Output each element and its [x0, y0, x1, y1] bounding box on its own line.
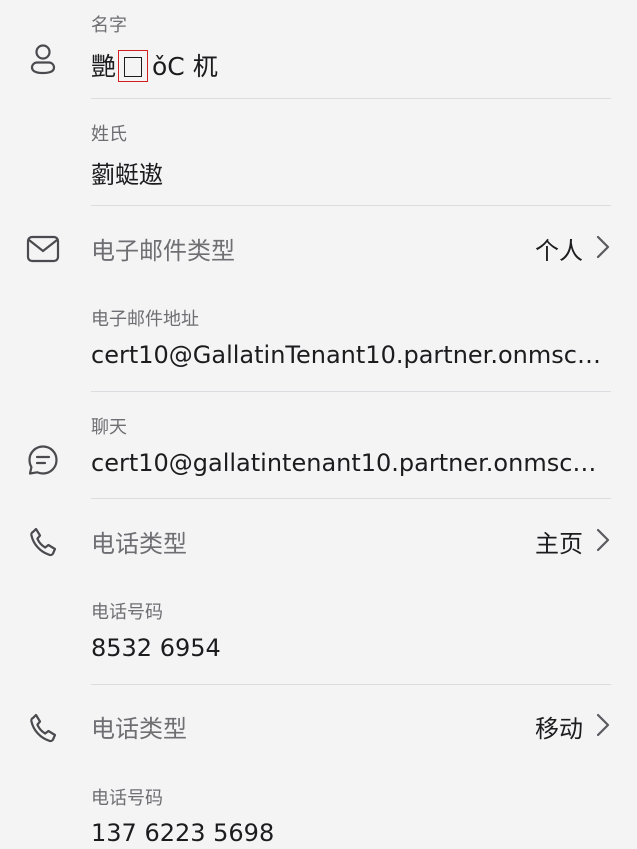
phone-number-label-1: 电话号码	[91, 602, 163, 623]
chat-bubble-icon	[24, 441, 62, 479]
first-name-text-a: 艷	[91, 52, 117, 81]
phone-number-row-2[interactable]: 电话号码 137 6223 5698	[0, 765, 637, 849]
first-name-label: 名字	[91, 15, 127, 36]
surname-value[interactable]: 藰蜓遨	[91, 155, 163, 190]
phone-number-value-1[interactable]: 8532 6954	[91, 634, 221, 662]
first-name-row[interactable]: 名字 艷 ǒC 杌	[0, 0, 637, 99]
phone-type-row-1[interactable]: 电话类型 主页	[0, 499, 637, 579]
phone-number-row-1[interactable]: 电话号码 8532 6954	[0, 579, 637, 685]
phone-type-selected-2[interactable]: 移动	[535, 709, 583, 744]
chevron-right-icon[interactable]	[595, 712, 611, 738]
person-icon	[24, 40, 62, 78]
email-address-row[interactable]: 电子邮件地址 cert10@GallatinTenant10.partner.o…	[0, 286, 637, 392]
email-type-selected[interactable]: 个人	[535, 231, 583, 266]
email-type-row[interactable]: 电子邮件类型 个人	[0, 206, 637, 286]
phone-type-selected-1[interactable]: 主页	[535, 524, 583, 559]
first-name-text-b: ǒC 杌	[152, 52, 218, 81]
surname-label: 姓氏	[91, 124, 127, 145]
phone-type-title-2: 电话类型	[91, 715, 187, 743]
chat-value[interactable]: cert10@gallatintenant10.partner.onmschin…	[91, 449, 611, 477]
email-address-value[interactable]: cert10@GallatinTenant10.partner.onmschi.…	[91, 341, 611, 369]
surname-row[interactable]: 姓氏 藰蜓遨	[0, 99, 637, 206]
chat-row[interactable]: 聊天 cert10@gallatintenant10.partner.onmsc…	[0, 392, 637, 499]
email-type-title: 电子邮件类型	[91, 237, 235, 265]
phone-type-row-2[interactable]: 电话类型 移动	[0, 685, 637, 765]
chevron-right-icon[interactable]	[595, 527, 611, 553]
missing-glyph-box	[118, 50, 149, 82]
email-address-label: 电子邮件地址	[91, 309, 199, 330]
phone-icon	[24, 523, 62, 561]
phone-number-label-2: 电话号码	[91, 788, 163, 809]
phone-type-title-1: 电话类型	[91, 530, 187, 558]
phone-icon	[24, 709, 62, 747]
chat-label: 聊天	[91, 417, 127, 438]
mail-icon	[24, 230, 62, 268]
first-name-value[interactable]: 艷 ǒC 杌	[91, 47, 218, 86]
chevron-right-icon[interactable]	[595, 234, 611, 260]
phone-number-value-2[interactable]: 137 6223 5698	[91, 819, 274, 847]
